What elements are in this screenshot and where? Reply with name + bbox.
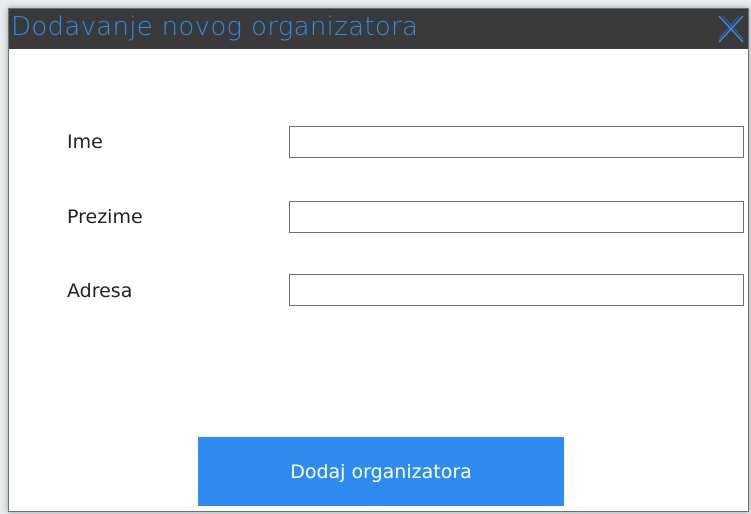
add-organizer-dialog: Dodavanje novog organizatora Ime Prezime… [8, 8, 749, 512]
title-bar[interactable]: Dodavanje novog organizatora [9, 9, 748, 49]
address-input[interactable] [289, 274, 744, 306]
dialog-title: Dodavanje novog organizatora [11, 12, 419, 42]
first-name-input[interactable] [289, 126, 744, 158]
last-name-input[interactable] [289, 201, 744, 233]
first-name-label: Ime [67, 131, 103, 153]
add-organizer-button[interactable]: Dodaj organizatora [198, 437, 564, 506]
address-label: Adresa [67, 280, 133, 302]
close-icon[interactable] [716, 13, 746, 45]
last-name-label: Prezime [67, 206, 143, 228]
